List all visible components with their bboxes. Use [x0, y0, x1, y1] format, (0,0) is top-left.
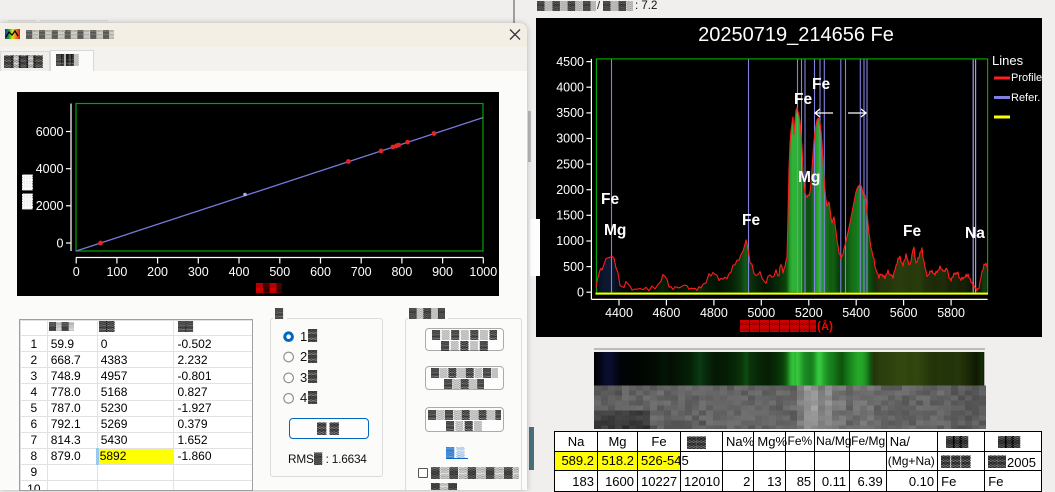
svg-text:Mg: Mg [798, 169, 820, 186]
svg-text:Mg: Mg [604, 222, 626, 239]
svg-text:4400: 4400 [605, 306, 633, 320]
svg-text:200: 200 [147, 265, 168, 279]
svg-text:900: 900 [432, 265, 453, 279]
svg-text:Fe: Fe [812, 76, 830, 93]
svg-text:4000: 4000 [556, 80, 584, 94]
svg-text:700: 700 [351, 265, 372, 279]
svg-text:3500: 3500 [556, 106, 584, 120]
svg-text:6000: 6000 [36, 125, 64, 139]
svg-text:5000: 5000 [747, 306, 775, 320]
svg-text:600: 600 [310, 265, 331, 279]
svg-text:Fe: Fe [794, 91, 812, 108]
svg-text:4000: 4000 [36, 162, 64, 176]
svg-text:1000: 1000 [556, 234, 584, 248]
svg-text:0: 0 [577, 285, 584, 299]
svg-text:Refer.: Refer. [1011, 92, 1040, 104]
svg-text:300: 300 [188, 265, 209, 279]
svg-text:2500: 2500 [556, 157, 584, 171]
svg-text:2000: 2000 [556, 183, 584, 197]
svg-text:500: 500 [269, 265, 290, 279]
svg-text:0: 0 [57, 236, 64, 250]
svg-text:100: 100 [106, 265, 127, 279]
svg-text:800: 800 [391, 265, 412, 279]
svg-text:4500: 4500 [556, 55, 584, 69]
svg-text:2000: 2000 [36, 199, 64, 213]
svg-text:3000: 3000 [556, 132, 584, 146]
svg-text:1500: 1500 [556, 209, 584, 223]
svg-text:5400: 5400 [842, 306, 870, 320]
svg-text:4600: 4600 [652, 306, 680, 320]
svg-text:1000: 1000 [469, 265, 497, 279]
svg-text:5200: 5200 [795, 306, 823, 320]
svg-text:5800: 5800 [937, 306, 965, 320]
svg-text:Fe: Fe [903, 223, 921, 240]
svg-text:0: 0 [73, 265, 80, 279]
svg-text:4800: 4800 [700, 306, 728, 320]
svg-text:5600: 5600 [890, 306, 918, 320]
svg-text:Lines: Lines [992, 53, 1024, 68]
svg-text:Fe: Fe [742, 212, 760, 229]
svg-text:Na: Na [965, 225, 985, 242]
svg-text:Profile: Profile [1011, 72, 1042, 84]
svg-text:400: 400 [229, 265, 250, 279]
svg-text:500: 500 [563, 260, 584, 274]
svg-text:Fe: Fe [601, 191, 619, 208]
